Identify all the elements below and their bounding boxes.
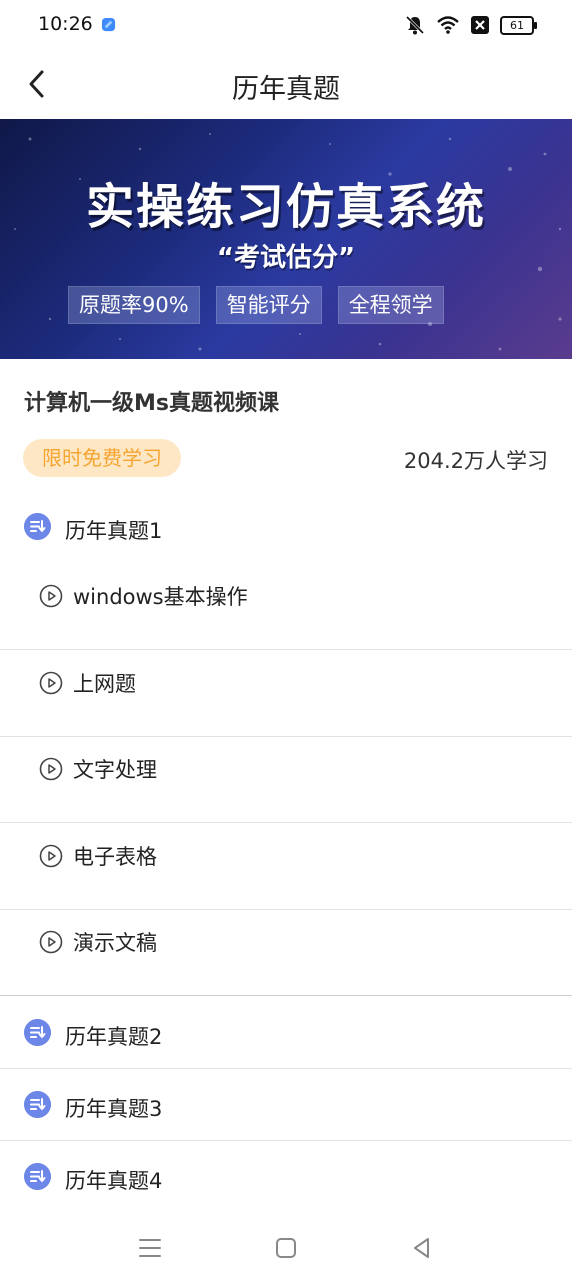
play-circle-icon	[39, 584, 63, 608]
banner-tag-guidance: 全程领学	[337, 286, 444, 324]
lesson-item-internet[interactable]: 上网题	[0, 650, 572, 737]
banner-tag-accuracy: 原题率90%	[68, 286, 200, 324]
sim-x-icon	[471, 16, 489, 34]
chapter-label: 历年真题1	[65, 519, 163, 543]
lesson-label: 上网题	[73, 672, 136, 696]
playlist-icon	[24, 513, 51, 540]
playlist-icon	[24, 1019, 51, 1046]
menu-icon[interactable]	[136, 1234, 164, 1262]
chapter-item-2[interactable]: 历年真题2	[0, 997, 572, 1069]
chapter-item-3[interactable]: 历年真题3	[0, 1069, 572, 1141]
free-study-badge: 限时免费学习	[23, 439, 181, 477]
lesson-item-windows[interactable]: windows基本操作	[0, 563, 572, 650]
lesson-label: 文字处理	[73, 758, 157, 782]
playlist-icon	[24, 1163, 51, 1190]
lesson-item-word[interactable]: 文字处理	[0, 736, 572, 823]
lesson-item-excel[interactable]: 电子表格	[0, 823, 572, 910]
chapter-item-1[interactable]: 历年真题1	[0, 492, 572, 564]
system-nav-bar	[0, 1216, 572, 1280]
status-icons: 61	[404, 14, 537, 36]
status-time: 10:26	[38, 13, 93, 35]
play-circle-icon	[39, 757, 63, 781]
lesson-item-ppt[interactable]: 演示文稿	[0, 909, 572, 996]
home-icon[interactable]	[272, 1234, 300, 1262]
wifi-icon	[437, 16, 459, 34]
app-notification-icon	[101, 17, 116, 32]
lesson-label: 演示文稿	[73, 931, 157, 955]
lesson-label: 电子表格	[73, 845, 157, 869]
promo-banner[interactable]: 实操练习仿真系统 “考试估分” 原题率90% 智能评分 全程领学	[0, 119, 572, 359]
banner-title: 实操练习仿真系统	[85, 179, 486, 235]
status-bar: 10:26 61	[0, 0, 572, 52]
page-title: 历年真题	[232, 74, 340, 105]
banner-tag-scoring: 智能评分	[215, 286, 322, 324]
play-circle-icon	[39, 930, 63, 954]
play-circle-icon	[39, 671, 63, 695]
course-title: 计算机一级Ms真题视频课	[24, 391, 279, 416]
chapter-item-4[interactable]: 历年真题4	[0, 1141, 572, 1213]
lesson-label: windows基本操作	[73, 585, 248, 609]
chapter-label: 历年真题2	[65, 1025, 163, 1049]
back-triangle-icon[interactable]	[408, 1234, 436, 1262]
play-circle-icon	[39, 844, 63, 868]
banner-tags: 原题率90% 智能评分 全程领学	[68, 286, 444, 324]
playlist-icon	[24, 1091, 51, 1118]
chapter-label: 历年真题4	[65, 1169, 163, 1193]
battery-icon: 61	[500, 15, 537, 35]
nav-bar: 历年真题	[0, 52, 572, 118]
learner-count: 204.2万人学习	[403, 449, 548, 473]
mute-bell-icon	[405, 15, 425, 35]
chapter-label: 历年真题3	[65, 1097, 163, 1121]
banner-subtitle: “考试估分”	[216, 243, 356, 273]
